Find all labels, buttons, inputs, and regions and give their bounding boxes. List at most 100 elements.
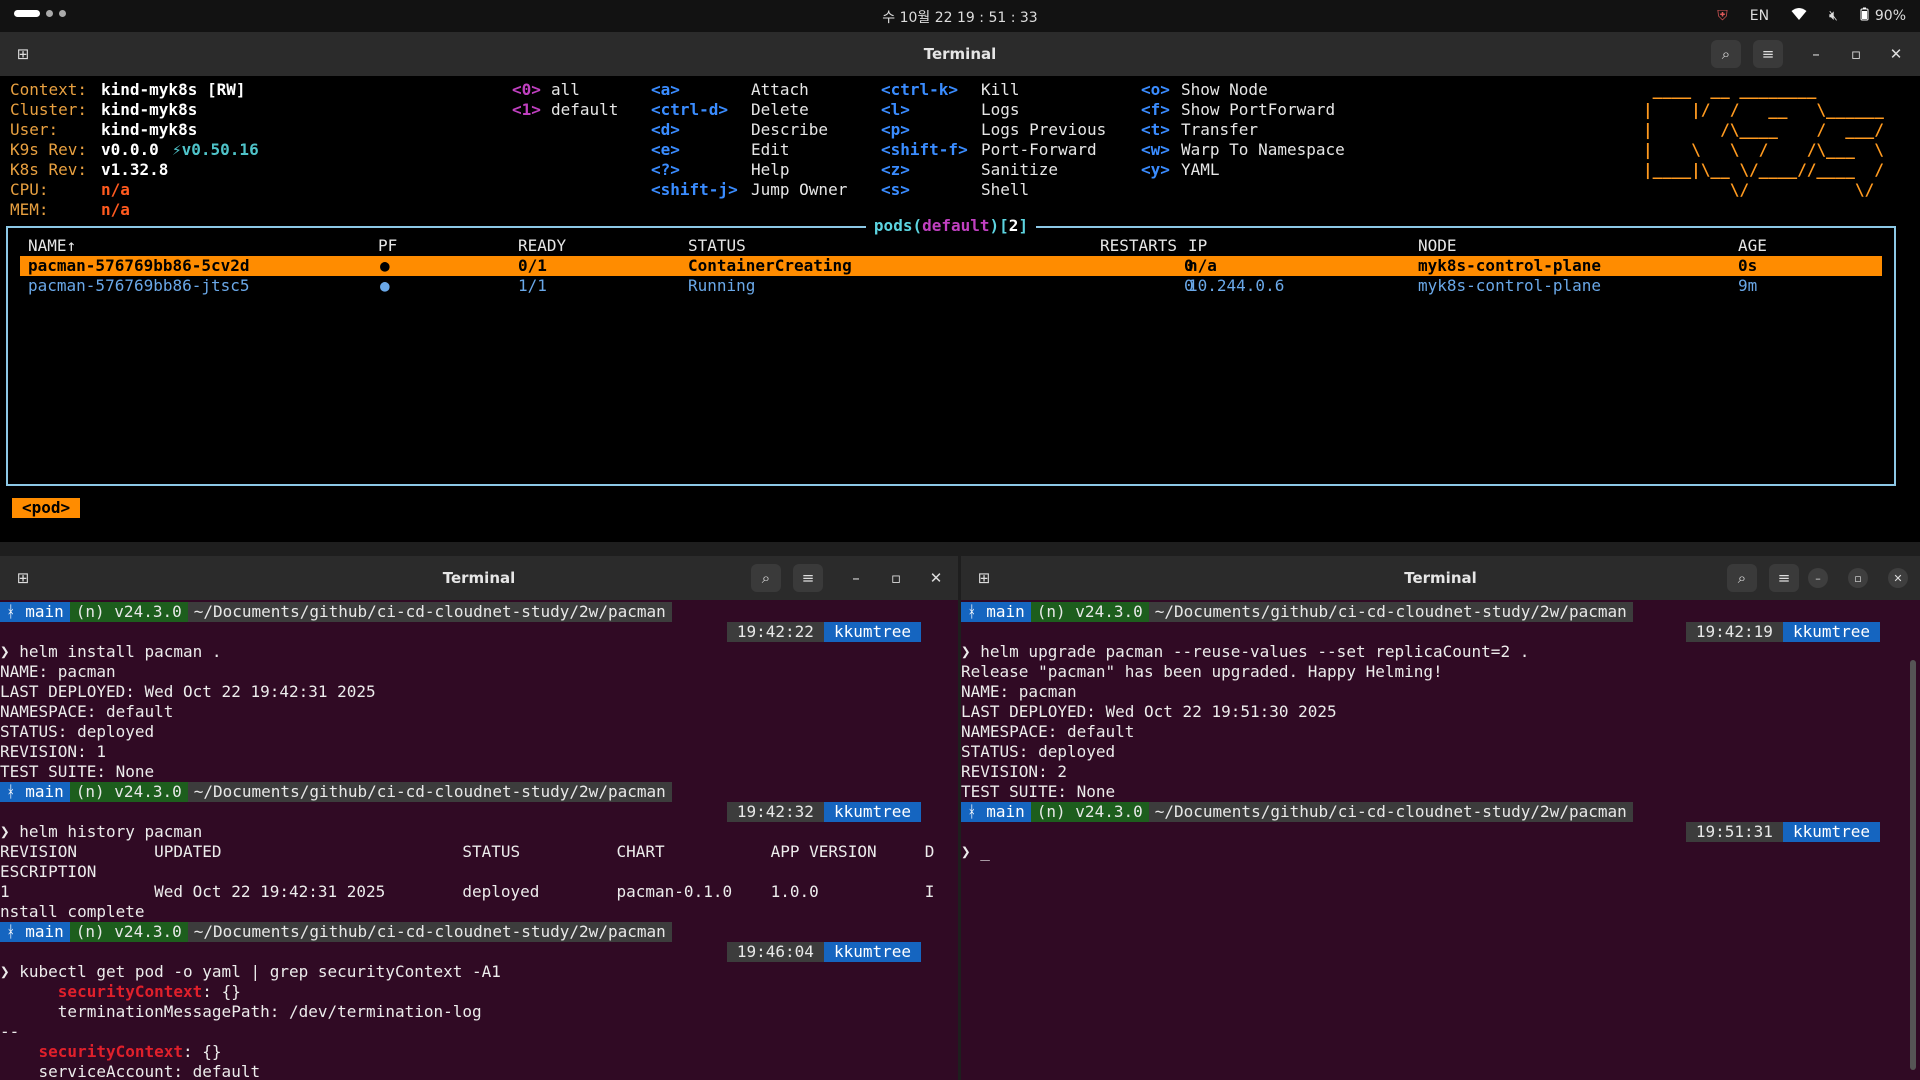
hotkey-label[interactable]: Port-Forward xyxy=(981,140,1097,160)
column-header[interactable]: READY xyxy=(518,236,566,256)
hotkey-key[interactable]: <y> xyxy=(1141,160,1170,180)
git-branch: main xyxy=(25,602,64,621)
hotkey-label[interactable]: Warp To Namespace xyxy=(1181,140,1345,160)
k9s-terminal-window[interactable]: ⊞ Terminal ⌕ ≡ – ▫ ✕ Context: kind-myk8s … xyxy=(0,32,1920,542)
hotkey-key[interactable]: <d> xyxy=(651,120,680,140)
menu-icon[interactable]: ≡ xyxy=(1753,40,1783,68)
titlebar[interactable]: ⊞ Terminal ⌕ ≡ – ▫ ✕ xyxy=(961,556,1920,601)
system-top-bar: 수 10월 22 19 : 51 : 33 ⛨ EN 🔇︎ 90% xyxy=(0,0,1920,32)
hotkey-label[interactable]: Show PortForward xyxy=(1181,100,1335,120)
hotkey-key[interactable]: <a> xyxy=(651,80,680,100)
column-header[interactable]: RESTARTS xyxy=(1100,236,1177,256)
hotkey-key[interactable]: <ctrl-d> xyxy=(651,100,728,120)
hotkey-label[interactable]: Sanitize xyxy=(981,160,1058,180)
hotkey-label[interactable]: Delete xyxy=(751,100,809,120)
maximize-icon[interactable]: ▫ xyxy=(1848,568,1868,588)
prompt-path: ~/Documents/github/ci-cd-cloudnet-study/… xyxy=(1148,802,1633,822)
hotkey-label[interactable]: Shell xyxy=(981,180,1029,200)
minimize-icon[interactable]: – xyxy=(843,564,869,592)
git-branch: main xyxy=(986,602,1025,621)
pods-table[interactable]: pods(default)[2] NAME↑ PF READY STATUS RESTA… xyxy=(6,216,1896,486)
table-row[interactable]: pacman-576769bb86-5cv2d ● 0/1 ContainerCrea… xyxy=(20,256,1882,276)
hotkey-key[interactable]: <shift-f> xyxy=(881,140,968,160)
hotkey-key[interactable]: <shift-j> xyxy=(651,180,738,200)
k9s-logo-line: | |/ / __ \______ xyxy=(1643,100,1894,119)
hotkey-key[interactable]: <ctrl-k> xyxy=(881,80,958,100)
hotkey-key[interactable]: <z> xyxy=(881,160,910,180)
namespace-key[interactable]: <1> xyxy=(512,100,541,120)
left-terminal-output[interactable]: ᚼ main (n) v24.3.0 ~/Documents/github/ci-c… xyxy=(0,600,958,1080)
hotkey-key[interactable]: <o> xyxy=(1141,80,1170,100)
output-line: securityContext: {} xyxy=(0,982,241,1002)
prompt-line: ᚼ main (n) v24.3.0 ~/Documents/github/ci-c… xyxy=(0,782,672,802)
info-value: v1.32.8 xyxy=(101,160,169,179)
hotkey-key[interactable]: <s> xyxy=(881,180,910,200)
hotkey-key[interactable]: <t> xyxy=(1141,120,1170,140)
hotkey-label[interactable]: Kill xyxy=(981,80,1020,100)
hotkey-label[interactable]: Logs Previous xyxy=(981,120,1106,140)
volume-muted-icon[interactable]: 🔇︎ xyxy=(1829,8,1838,24)
hotkey-key[interactable]: <f> xyxy=(1141,100,1170,120)
hotkey-key[interactable]: <w> xyxy=(1141,140,1170,160)
hotkey-key[interactable]: <e> xyxy=(651,140,680,160)
node-version: (n) v24.3.0 xyxy=(69,782,188,802)
maximize-icon[interactable]: ▫ xyxy=(883,564,909,592)
close-icon[interactable]: ✕ xyxy=(1888,568,1908,588)
column-header[interactable]: PF xyxy=(378,236,397,256)
cell-status: ContainerCreating xyxy=(688,256,852,275)
hotkey-label[interactable]: Edit xyxy=(751,140,790,160)
titlebar[interactable]: ⊞ Terminal ⌕ ≡ – ▫ ✕ xyxy=(0,32,1920,77)
search-icon[interactable]: ⌕ xyxy=(1711,40,1741,68)
scrollbar[interactable] xyxy=(1910,660,1916,1070)
search-icon[interactable]: ⌕ xyxy=(751,564,781,592)
namespace-key[interactable]: <0> xyxy=(512,80,541,100)
column-header[interactable]: IP xyxy=(1188,236,1207,256)
left-terminal-window[interactable]: ⊞ Terminal ⌕ ≡ – ▫ ✕ ᚼ main (n) v24.3.0 ~/… xyxy=(0,556,958,1080)
right-terminal-window[interactable]: ⊞ Terminal ⌕ ≡ – ▫ ✕ ᚼ main (n) v24.3.0 ~/… xyxy=(961,556,1920,1080)
hotkey-label[interactable]: Attach xyxy=(751,80,809,100)
column-header[interactable]: AGE xyxy=(1738,236,1767,256)
hotkey-label[interactable]: Describe xyxy=(751,120,828,140)
column-header[interactable]: NODE xyxy=(1418,236,1457,256)
output-line: Release "pacman" has been upgraded. Happ… xyxy=(961,662,1443,681)
column-header[interactable]: STATUS xyxy=(688,236,746,256)
hotkey-label[interactable]: Show Node xyxy=(1181,80,1268,100)
minimize-icon[interactable]: – xyxy=(1803,40,1829,68)
close-icon[interactable]: ✕ xyxy=(1883,40,1909,68)
right-terminal-output[interactable]: ᚼ main (n) v24.3.0 ~/Documents/github/ci-c… xyxy=(961,600,1920,1080)
output-line: 1 Wed Oct 22 19:42:31 2025 deployed pacm… xyxy=(0,882,935,901)
minimize-icon[interactable]: – xyxy=(1808,568,1828,588)
prompt-user: kkumtree xyxy=(823,622,921,642)
node-version: (n) v24.3.0 xyxy=(69,922,188,942)
column-header[interactable]: NAME↑ xyxy=(28,236,76,256)
table-row[interactable]: pacman-576769bb86-jtsc5 ● 1/1 Running 0 10.24… xyxy=(20,276,1882,296)
hotkey-label[interactable]: Help xyxy=(751,160,790,180)
maximize-icon[interactable]: ▫ xyxy=(1843,40,1869,68)
namespace-label[interactable]: default xyxy=(551,100,618,120)
hotkey-key[interactable]: <?> xyxy=(651,160,680,180)
menu-icon[interactable]: ≡ xyxy=(1769,564,1799,592)
git-branch-segment: ᚼ main xyxy=(961,602,1031,622)
hotkey-label[interactable]: Jump Owner xyxy=(751,180,847,200)
wifi-icon[interactable] xyxy=(1791,7,1807,25)
system-tray[interactable]: ⛨ EN 🔇︎ 90% xyxy=(1717,7,1906,25)
language-indicator[interactable]: EN xyxy=(1750,8,1769,24)
battery-icon[interactable] xyxy=(1860,7,1869,25)
namespace-label[interactable]: all xyxy=(551,80,580,100)
close-icon[interactable]: ✕ xyxy=(923,564,949,592)
node-version: (n) v24.3.0 xyxy=(1030,602,1149,622)
menu-icon[interactable]: ≡ xyxy=(793,564,823,592)
shield-icon[interactable]: ⛨ xyxy=(1717,8,1728,24)
search-icon[interactable]: ⌕ xyxy=(1727,564,1757,592)
hotkey-label[interactable]: Logs xyxy=(981,100,1020,120)
hotkey-label[interactable]: YAML xyxy=(1181,160,1220,180)
prompt-line: ᚼ main (n) v24.3.0 ~/Documents/github/ci-c… xyxy=(961,602,1633,622)
hotkey-key[interactable]: <l> xyxy=(881,100,910,120)
k9s-screen[interactable]: Context: kind-myk8s [RW] Cluster: kind-myk8… xyxy=(0,76,1920,542)
titlebar[interactable]: ⊞ Terminal ⌕ ≡ – ▫ ✕ xyxy=(0,556,958,601)
hotkey-key[interactable]: <p> xyxy=(881,120,910,140)
k9s-logo-line: | /\____ / ___/ xyxy=(1643,120,1894,139)
hotkey-label[interactable]: Transfer xyxy=(1181,120,1258,140)
prompt-user: kkumtree xyxy=(823,942,921,962)
clock[interactable]: 수 10월 22 19 : 51 : 33 xyxy=(0,7,1920,27)
